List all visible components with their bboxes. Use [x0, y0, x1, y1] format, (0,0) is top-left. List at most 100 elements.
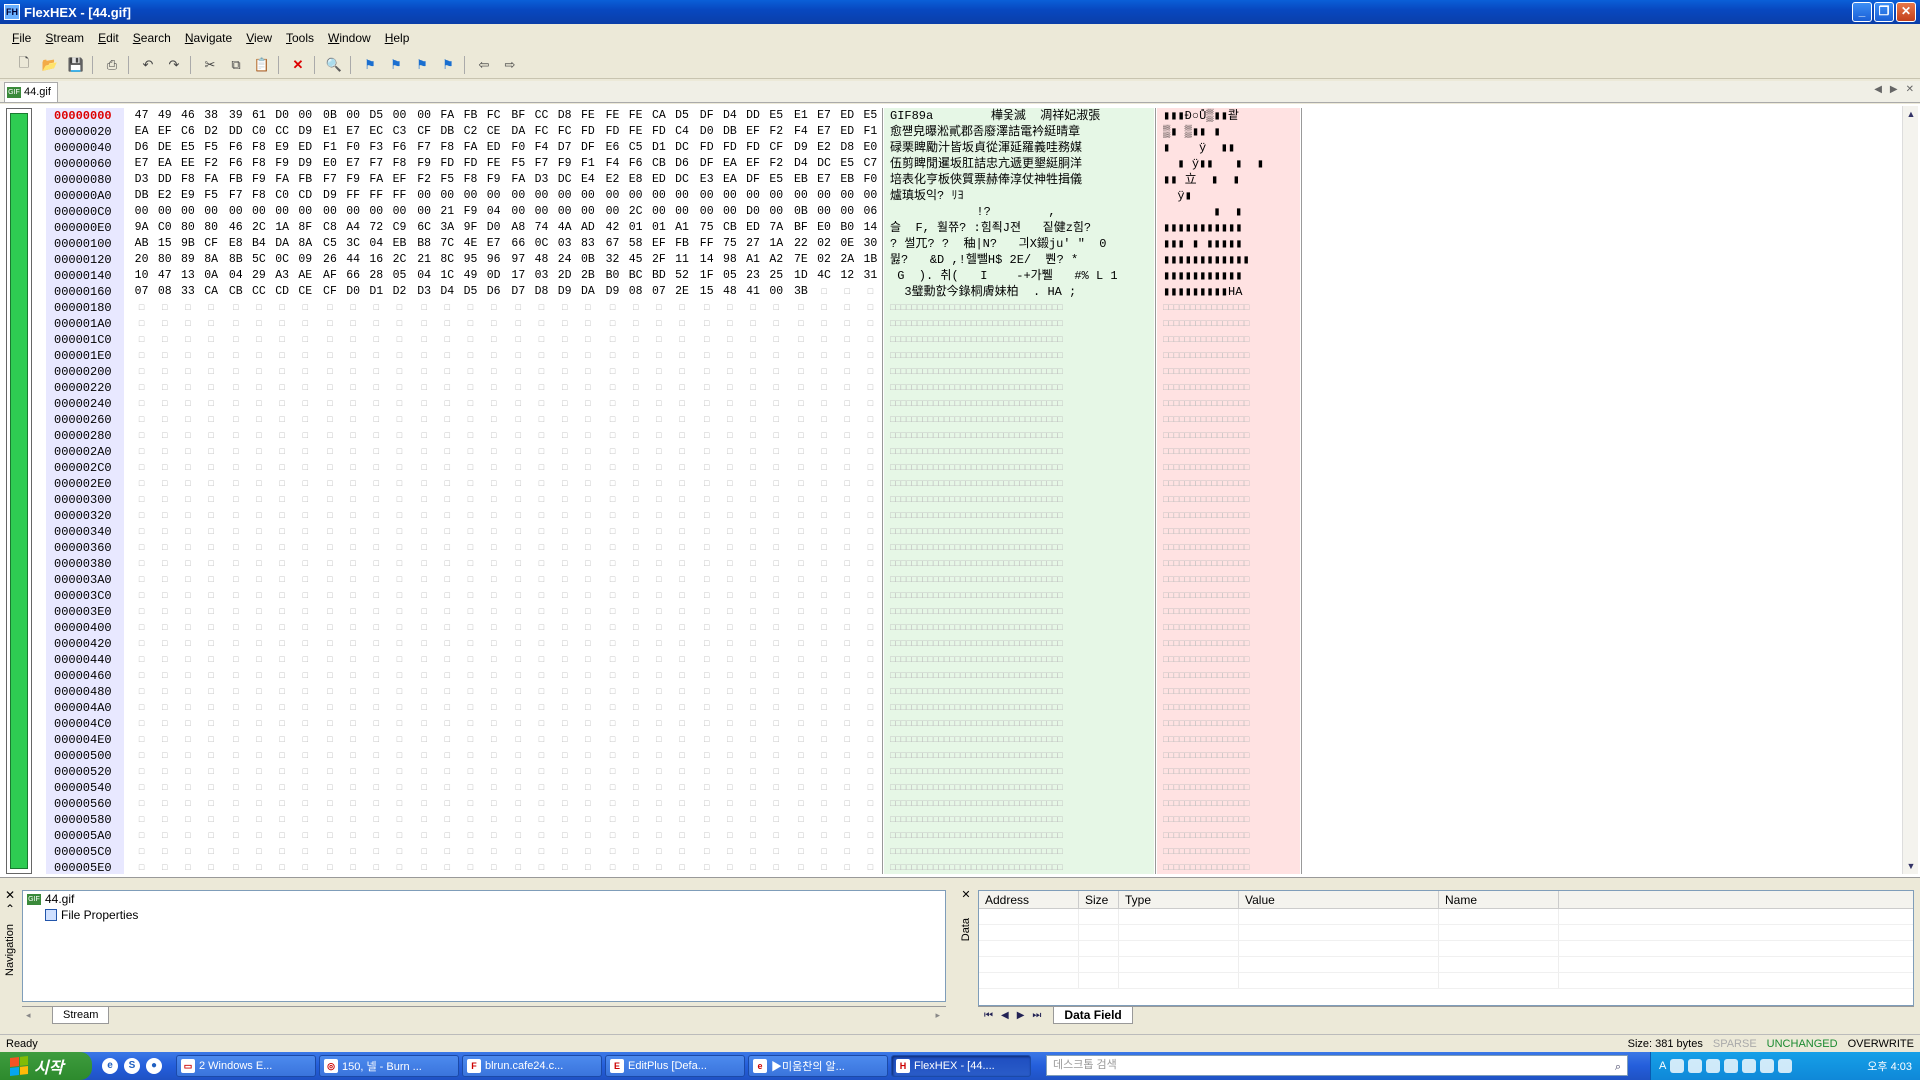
- hex-byte[interactable]: □: [247, 588, 270, 604]
- hex-byte[interactable]: 15: [695, 284, 718, 300]
- hex-byte[interactable]: □: [718, 364, 741, 380]
- hex-byte[interactable]: □: [695, 396, 718, 412]
- hex-byte[interactable]: □: [576, 604, 599, 620]
- hex-byte[interactable]: □: [318, 732, 341, 748]
- hex-byte[interactable]: □: [388, 620, 411, 636]
- hex-byte[interactable]: □: [670, 380, 693, 396]
- hex-byte[interactable]: □: [176, 684, 199, 700]
- hex-byte[interactable]: □: [176, 844, 199, 860]
- hex-byte[interactable]: □: [153, 828, 176, 844]
- hex-byte[interactable]: □: [482, 780, 505, 796]
- hex-byte[interactable]: F1: [576, 156, 599, 172]
- hex-byte[interactable]: □: [812, 620, 835, 636]
- hex-byte[interactable]: □: [576, 764, 599, 780]
- hex-byte[interactable]: □: [765, 428, 788, 444]
- hex-byte[interactable]: 49: [153, 108, 176, 124]
- hex-byte[interactable]: □: [718, 556, 741, 572]
- hex-byte[interactable]: □: [459, 316, 482, 332]
- hex-byte[interactable]: □: [413, 540, 436, 556]
- hex-byte[interactable]: C0: [271, 188, 294, 204]
- hex-byte[interactable]: □: [459, 812, 482, 828]
- hex-byte[interactable]: □: [459, 444, 482, 460]
- hex-byte[interactable]: □: [576, 716, 599, 732]
- tray-icon[interactable]: [1742, 1059, 1757, 1073]
- hex-byte[interactable]: B8: [413, 236, 436, 252]
- hex-byte[interactable]: □: [530, 476, 553, 492]
- hex-byte[interactable]: □: [247, 460, 270, 476]
- hex-byte[interactable]: DE: [153, 140, 176, 156]
- hex-byte[interactable]: □: [576, 492, 599, 508]
- hex-byte[interactable]: □: [836, 412, 859, 428]
- hex-byte[interactable]: □: [789, 668, 812, 684]
- hex-byte[interactable]: □: [695, 540, 718, 556]
- hex-byte[interactable]: □: [388, 524, 411, 540]
- hex-byte[interactable]: □: [670, 620, 693, 636]
- hex-byte[interactable]: □: [224, 380, 247, 396]
- hex-byte[interactable]: □: [224, 732, 247, 748]
- hex-byte[interactable]: □: [741, 588, 764, 604]
- hex-byte[interactable]: FF: [388, 188, 411, 204]
- hex-byte[interactable]: □: [647, 588, 670, 604]
- hex-byte[interactable]: □: [388, 700, 411, 716]
- hex-byte[interactable]: □: [836, 348, 859, 364]
- hex-byte[interactable]: □: [247, 668, 270, 684]
- hex-byte[interactable]: □: [318, 684, 341, 700]
- hex-byte[interactable]: □: [413, 620, 436, 636]
- hex-byte[interactable]: □: [812, 348, 835, 364]
- hex-byte[interactable]: □: [224, 316, 247, 332]
- hex-byte[interactable]: □: [859, 396, 882, 412]
- hex-byte[interactable]: D3: [530, 172, 553, 188]
- hex-byte[interactable]: □: [413, 588, 436, 604]
- hex-byte[interactable]: □: [342, 716, 365, 732]
- hex-byte[interactable]: □: [601, 524, 624, 540]
- hex-byte[interactable]: CE: [294, 284, 317, 300]
- hex-byte[interactable]: □: [812, 684, 835, 700]
- hex-byte[interactable]: □: [695, 348, 718, 364]
- hex-byte[interactable]: □: [436, 828, 459, 844]
- hex-byte[interactable]: E7: [812, 172, 835, 188]
- hex-byte[interactable]: □: [601, 444, 624, 460]
- hex-byte[interactable]: □: [436, 540, 459, 556]
- hex-byte[interactable]: □: [365, 844, 388, 860]
- hex-byte[interactable]: 00: [601, 204, 624, 220]
- hex-byte[interactable]: □: [601, 332, 624, 348]
- hex-byte[interactable]: □: [765, 300, 788, 316]
- hex-byte[interactable]: □: [741, 476, 764, 492]
- hex-byte[interactable]: □: [718, 620, 741, 636]
- hex-byte[interactable]: □: [342, 684, 365, 700]
- find-icon[interactable]: 🔍: [324, 55, 344, 75]
- hex-byte[interactable]: □: [741, 348, 764, 364]
- hex-byte[interactable]: FB: [224, 172, 247, 188]
- hex-byte[interactable]: □: [789, 620, 812, 636]
- hex-byte[interactable]: □: [388, 828, 411, 844]
- hex-byte[interactable]: F9: [342, 172, 365, 188]
- tab-scroll-right-icon[interactable]: ▶: [1890, 84, 1898, 95]
- hex-byte[interactable]: □: [294, 396, 317, 412]
- hex-byte[interactable]: D1: [647, 140, 670, 156]
- hex-byte[interactable]: □: [741, 444, 764, 460]
- hex-byte[interactable]: □: [741, 524, 764, 540]
- hex-byte[interactable]: □: [482, 860, 505, 876]
- hex-byte[interactable]: □: [812, 332, 835, 348]
- hex-byte[interactable]: E7: [342, 156, 365, 172]
- volume-icon[interactable]: [1760, 1059, 1775, 1073]
- hex-byte[interactable]: □: [130, 428, 153, 444]
- hex-byte[interactable]: □: [130, 796, 153, 812]
- hex-byte[interactable]: □: [530, 460, 553, 476]
- hex-byte[interactable]: □: [247, 572, 270, 588]
- hex-byte[interactable]: □: [601, 844, 624, 860]
- hex-byte[interactable]: □: [153, 700, 176, 716]
- hex-byte[interactable]: □: [812, 796, 835, 812]
- hex-byte[interactable]: □: [130, 460, 153, 476]
- hex-byte[interactable]: □: [601, 460, 624, 476]
- hex-byte[interactable]: □: [859, 540, 882, 556]
- hex-byte[interactable]: □: [741, 540, 764, 556]
- hex-byte[interactable]: □: [624, 844, 647, 860]
- hex-byte[interactable]: □: [576, 796, 599, 812]
- hex-byte[interactable]: □: [812, 844, 835, 860]
- hex-byte[interactable]: FF: [695, 236, 718, 252]
- hex-byte[interactable]: □: [859, 796, 882, 812]
- hex-byte[interactable]: □: [789, 588, 812, 604]
- hex-byte[interactable]: □: [507, 764, 530, 780]
- hex-byte[interactable]: □: [224, 428, 247, 444]
